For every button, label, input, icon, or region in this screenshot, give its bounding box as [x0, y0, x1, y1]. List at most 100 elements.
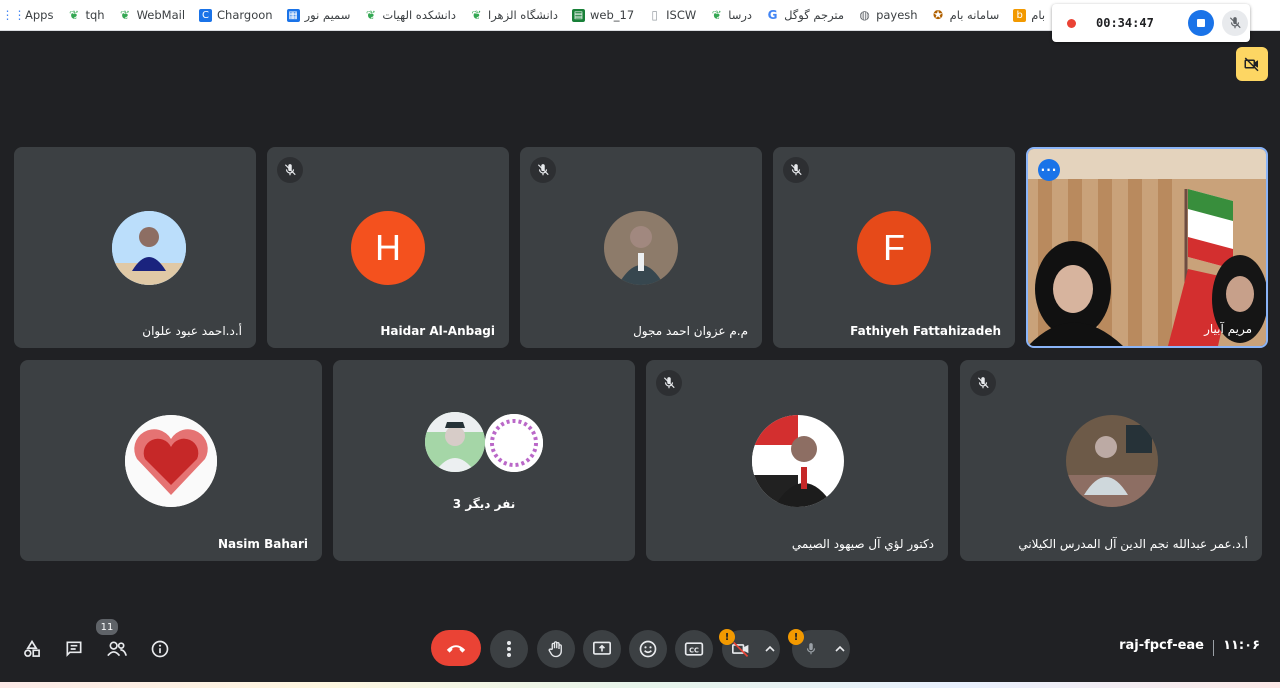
bookmark-label: مترجم گوگل	[784, 8, 845, 22]
bookmark-label: WebMail	[136, 8, 186, 22]
participant-count-badge: 11	[95, 618, 119, 636]
bam-icon: b	[1013, 8, 1027, 22]
video-off-icon	[732, 641, 749, 657]
more-options-button[interactable]: ···	[1038, 159, 1060, 181]
participant-tile[interactable]: دكتور لؤي آل صيهود الصيمي	[646, 360, 948, 561]
letter-avatar: H	[351, 211, 425, 285]
bottom-edge-strip	[0, 682, 1280, 688]
people-icon	[107, 641, 127, 657]
bookmark-item[interactable]: ▤ web_17	[565, 0, 641, 30]
letter-avatar: F	[857, 211, 931, 285]
bookmark-item[interactable]: ❦ دانشکده الهیات	[357, 0, 463, 30]
participant-tile[interactable]: أ.د.عمر عبدالله نجم الدين آل المدرس الكي…	[960, 360, 1262, 561]
google-icon: G	[767, 8, 778, 22]
mic-off-icon	[783, 157, 809, 183]
hand-icon	[548, 641, 562, 658]
recording-timer: 00:34:47	[1096, 16, 1154, 30]
activities-button[interactable]	[18, 636, 46, 662]
recording-widget: 00:34:47	[1052, 4, 1250, 42]
avatar	[1066, 415, 1158, 507]
mic-off-icon	[970, 370, 996, 396]
participant-name: 3 نفر دیگر	[452, 497, 516, 511]
emblem-icon: ✪	[933, 8, 944, 22]
chat-icon	[66, 641, 82, 657]
bookmark-item[interactable]: ▯ ISCW	[641, 0, 703, 30]
avatar	[604, 211, 678, 285]
meeting-info-button[interactable]	[146, 636, 174, 662]
raise-hand-button[interactable]	[537, 630, 575, 668]
bookmark-label: سامانه بام	[949, 8, 1000, 22]
leaf-icon: ❦	[711, 8, 722, 22]
bookmark-label: ISCW	[666, 8, 697, 22]
present-screen-button[interactable]	[583, 630, 621, 668]
participant-tile[interactable]: م.م عزوان احمد مجول	[520, 147, 762, 348]
stop-recording-button[interactable]	[1187, 10, 1214, 36]
meeting-code: raj-fpcf-eae	[1119, 638, 1204, 653]
leaf-icon: ❦	[365, 8, 376, 22]
bookmark-item[interactable]: b بام	[1006, 0, 1052, 30]
avatar	[483, 412, 545, 474]
leaf-icon: ❦	[120, 8, 131, 22]
bookmark-item[interactable]: ✪ سامانه بام	[925, 0, 1007, 30]
camera-off-notice-button[interactable]	[1236, 47, 1268, 81]
bookmark-item[interactable]: ⋮⋮ Apps	[0, 0, 60, 30]
chevron-up-icon	[765, 645, 775, 652]
participant-tile[interactable]: H Haidar Al-Anbagi	[267, 147, 509, 348]
leave-call-button[interactable]	[431, 630, 481, 666]
recorder-mic-button[interactable]	[1221, 10, 1248, 36]
participant-name: مریم آبیار	[1204, 322, 1252, 336]
participant-tile[interactable]: أ.د.احمد عبود علوان	[14, 147, 256, 348]
participant-tile-group[interactable]: 3 نفر دیگر	[333, 360, 635, 561]
bookmark-item[interactable]: ▦ سمیم نور	[280, 0, 358, 30]
bookmark-label: web_17	[589, 8, 635, 22]
meeting-controls-bar: 11 CC raj-fpcf-eae ۱۱:۰۶	[0, 616, 1280, 680]
bookmark-item[interactable]: ❦ WebMail	[112, 0, 192, 30]
mic-options-button[interactable]	[830, 630, 850, 668]
reactions-button[interactable]	[629, 630, 667, 668]
bookmark-label: سمیم نور	[304, 8, 351, 22]
bookmark-item[interactable]: G مترجم گوگل	[759, 0, 851, 30]
leaf-icon: ❦	[471, 8, 482, 22]
avatar	[112, 211, 186, 285]
bookmark-item[interactable]: ❦ درسا	[703, 0, 759, 30]
bookmark-label: Apps	[25, 8, 54, 22]
participant-video-tile[interactable]: ··· مریم آبیار	[1026, 147, 1268, 348]
chat-button[interactable]	[60, 636, 88, 662]
participant-name: أ.د.احمد عبود علوان	[142, 324, 242, 338]
closed-captions-icon: CC	[684, 642, 704, 656]
mic-off-icon	[1229, 17, 1241, 29]
page-icon: ▯	[651, 8, 658, 22]
apps-grid-icon: ⋮⋮	[1, 8, 26, 22]
more-options-button[interactable]	[490, 630, 528, 668]
participant-name: دكتور لؤي آل صيهود الصيمي	[791, 537, 934, 551]
info-icon	[151, 640, 169, 658]
camera-options-button[interactable]	[760, 630, 780, 668]
bookmark-item[interactable]: ◍ payesh	[851, 0, 925, 30]
participant-tile[interactable]: Nasim Bahari	[20, 360, 322, 561]
recording-indicator-icon	[1067, 18, 1076, 28]
stop-icon	[1196, 19, 1205, 27]
spreadsheet-icon: ▤	[571, 8, 585, 22]
bookmark-item[interactable]: C Chargoon	[192, 0, 280, 30]
avatar	[425, 412, 485, 472]
participant-name: Haidar Al-Anbagi	[380, 324, 495, 338]
people-button[interactable]	[103, 636, 131, 662]
leaf-icon: ❦	[68, 8, 79, 22]
globe-icon: ◍	[859, 8, 870, 22]
bookmark-label: دانشکده الهیات	[382, 8, 456, 22]
grid-icon: ▦	[286, 8, 300, 22]
mic-off-icon	[277, 157, 303, 183]
participant-name: Fathiyeh Fattahizadeh	[850, 324, 1001, 338]
divider	[1213, 640, 1214, 656]
bookmark-label: درسا	[728, 8, 753, 22]
bookmark-label: Chargoon	[217, 8, 273, 22]
bookmark-item[interactable]: ❦ tqh	[60, 0, 111, 30]
bookmark-item[interactable]: ❦ دانشگاه الزهرا	[463, 0, 565, 30]
avatar	[125, 415, 217, 507]
mic-icon	[806, 643, 816, 655]
chevron-up-icon	[835, 645, 845, 652]
video-off-icon	[1244, 57, 1259, 72]
emoji-icon	[639, 640, 657, 658]
captions-button[interactable]: CC	[675, 630, 713, 668]
participant-tile[interactable]: F Fathiyeh Fattahizadeh	[773, 147, 1015, 348]
